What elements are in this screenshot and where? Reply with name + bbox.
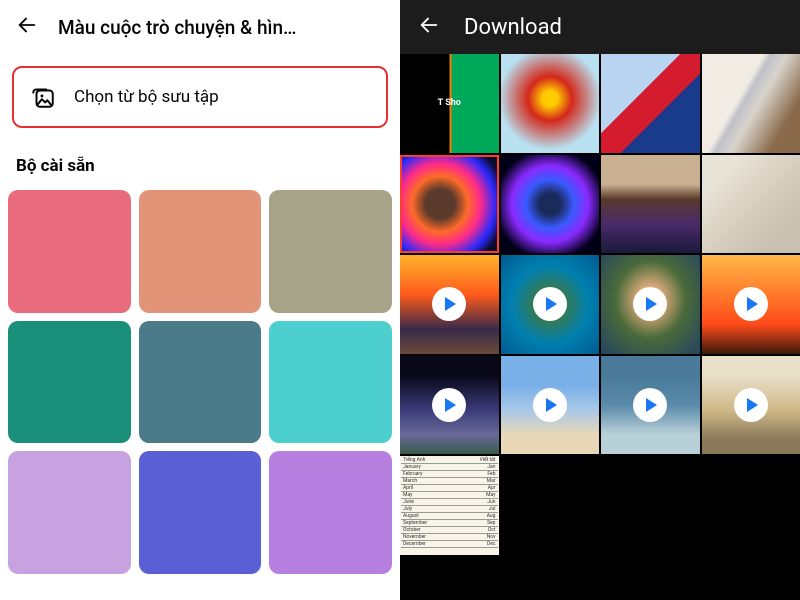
gallery-thumbnail-4[interactable] (400, 155, 499, 254)
play-icon (734, 287, 768, 321)
gallery-icon (30, 84, 56, 110)
play-icon (432, 287, 466, 321)
settings-panel: Màu cuộc trò chuyện & hìn… Chọn từ bộ sư… (0, 0, 400, 600)
gallery-thumbnail-6[interactable] (601, 155, 700, 254)
gallery-thumbnail-11[interactable] (702, 255, 800, 354)
color-swatch-0[interactable] (8, 190, 131, 313)
color-swatch-5[interactable] (269, 321, 392, 444)
gallery-thumbnail-9[interactable] (501, 255, 600, 354)
gallery-thumbnail-8[interactable] (400, 255, 499, 354)
color-swatch-6[interactable] (8, 451, 131, 574)
play-icon (533, 287, 567, 321)
gallery-thumbnail-15[interactable] (702, 356, 800, 455)
gallery-title: Download (464, 15, 562, 40)
gallery-thumbnail-10[interactable] (601, 255, 700, 354)
header-right: Download (400, 0, 800, 54)
play-icon (533, 388, 567, 422)
gallery-thumbnail-2[interactable] (601, 54, 700, 153)
gallery-thumbnail-1[interactable] (501, 54, 600, 153)
back-arrow-icon[interactable] (418, 14, 440, 40)
download-gallery-panel: Download T Sho Tiếng AnhViết tắtJanuaryJa… (400, 0, 800, 600)
back-arrow-icon[interactable] (16, 14, 38, 40)
page-title: Màu cuộc trò chuyện & hìn… (58, 16, 384, 39)
gallery-thumbnail-13[interactable] (501, 356, 600, 455)
section-title-presets: Bộ cài sẵn (0, 128, 400, 190)
color-swatch-2[interactable] (269, 190, 392, 313)
gallery-label: Chọn từ bộ sưu tập (74, 87, 219, 107)
choose-from-gallery-button[interactable]: Chọn từ bộ sưu tập (12, 66, 388, 128)
gallery-thumbnail-7[interactable] (702, 155, 800, 254)
gallery-thumbnail-3[interactable] (702, 54, 800, 153)
color-swatch-8[interactable] (269, 451, 392, 574)
play-icon (633, 388, 667, 422)
color-swatch-1[interactable] (139, 190, 262, 313)
color-swatch-3[interactable] (8, 321, 131, 444)
gallery-thumbnail-16[interactable]: Tiếng AnhViết tắtJanuaryJanFebruaryFebMa… (400, 456, 499, 555)
gallery-thumbnail-14[interactable] (601, 356, 700, 455)
gallery-thumbnail-12[interactable] (400, 356, 499, 455)
header-left: Màu cuộc trò chuyện & hìn… (0, 0, 400, 54)
color-preset-grid (0, 190, 400, 574)
gallery-thumbnail-0[interactable]: T Sho (400, 54, 499, 153)
gallery-thumbnail-5[interactable] (501, 155, 600, 254)
play-icon (734, 388, 768, 422)
play-icon (432, 388, 466, 422)
color-swatch-4[interactable] (139, 321, 262, 444)
color-swatch-7[interactable] (139, 451, 262, 574)
play-icon (633, 287, 667, 321)
thumbnail-grid: T Sho Tiếng AnhViết tắtJanuaryJanFebruary… (400, 54, 800, 555)
